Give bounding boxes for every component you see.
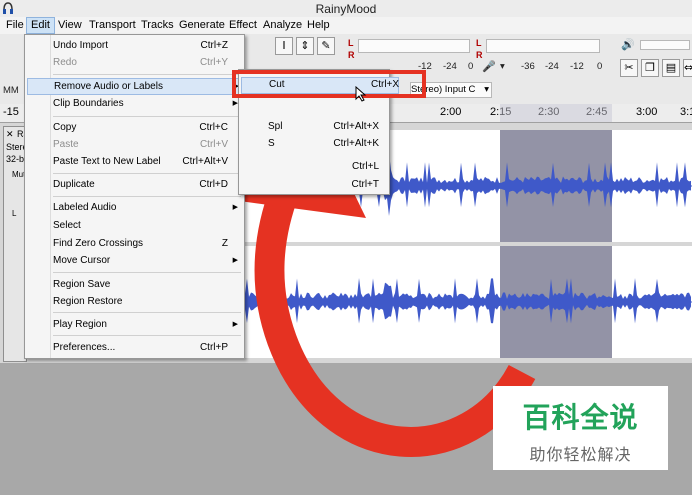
menu-item-shortcut: Ctrl+P [199,342,228,353]
menu-item-play-region[interactable]: Play Region ▶ [27,316,242,333]
menu-item-label: Play Region [53,319,107,330]
menu-item-duplicate[interactable]: Duplicate Ctrl+D [27,176,242,193]
menu-item-label: Select [53,220,81,231]
menu-item-shortcut: Ctrl+Y [199,57,228,68]
menu-item-region-restore[interactable]: Region Restore [27,293,242,310]
menu-item-labeled-audio[interactable]: Labeled Audio ▶ [27,199,242,216]
menu-item-remove-audio[interactable]: Remove Audio or Labels ▶ [27,78,244,95]
menu-item-label: Move Cursor [53,255,111,266]
submenu-arrow-icon: ▶ [232,204,238,211]
menu-item-label: Remove Audio or Labels [54,81,163,92]
menu-item-label: Region Save [53,279,111,290]
submenu-item-label: Spl [268,121,283,132]
submenu-arrow-icon: ▶ [232,257,238,264]
menu-separator [53,74,241,75]
menu-item-move-cursor[interactable]: Move Cursor ▶ [27,252,242,269]
menu-item-paste-text-new-label[interactable]: Paste Text to New Label Ctrl+Alt+V [27,153,242,170]
menu-item-label: Find Zero Crossings [53,238,144,249]
menu-item-shortcut: Z [221,238,228,249]
menu-item-label: Preferences... [53,342,116,353]
menu-separator [53,272,241,273]
watermark-badge: 百科全说 助你轻松解决 [493,386,668,470]
menu-separator [53,335,241,336]
menu-item-shortcut: Ctrl+D [199,179,228,190]
submenu-item-shortcut: Ctrl+T [351,179,380,190]
menu-item-label: Labeled Audio [53,202,117,213]
menu-item-shortcut: Ctrl+Z [200,40,229,51]
submenu-item-shortcut: Ctrl+Alt+X [333,121,379,132]
menu-item-label: Region Restore [53,296,123,307]
menu-item-preferences[interactable]: Preferences... Ctrl+P [27,339,242,356]
menu-item-region-save[interactable]: Region Save [27,276,242,293]
edit-menu-dropdown: Undo Import Ctrl+Z Redo Ctrl+Y Remove Audi… [24,34,245,359]
submenu-item-silence[interactable]: S Ctrl+Alt+K [239,135,389,152]
submenu-item-ctrl-t[interactable]: Ctrl+T [239,176,389,193]
menu-item-find-zero-crossings[interactable]: Find Zero Crossings Z [27,235,242,252]
watermark-subtitle: 助你轻松解决 [529,445,632,464]
submenu-item-shortcut: Ctrl+L [352,161,379,172]
menu-item-undo-import[interactable]: Undo Import Ctrl+Z [27,37,242,54]
menu-item-label: Duplicate [53,179,95,190]
menu-separator [53,173,241,174]
menu-item-redo[interactable]: Redo Ctrl+Y [27,54,242,71]
watermark-title: 百科全说 [522,401,639,434]
mouse-cursor-icon [355,86,367,102]
menu-separator [53,116,241,117]
submenu-item-ctrl-l[interactable]: Ctrl+L [239,158,389,175]
menu-item-label: Paste [53,139,79,150]
submenu-item-label: S [268,138,275,149]
menu-item-copy[interactable]: Copy Ctrl+C [27,119,242,136]
menu-separator [53,196,241,197]
menu-item-paste[interactable]: Paste Ctrl+V [27,136,242,153]
menu-item-label: Undo Import [53,40,109,51]
menu-item-label: Clip Boundaries [53,98,124,109]
cut-highlight-box [232,70,426,98]
menu-item-label: Copy [53,122,77,133]
menu-item-label: Paste Text to New Label [53,156,161,167]
submenu-item-split[interactable]: Spl Ctrl+Alt+X [239,118,389,135]
submenu-item-shortcut: Ctrl+Alt+K [333,138,379,149]
menu-item-shortcut: Ctrl+Alt+V [182,156,228,167]
menu-item-select[interactable]: Select [27,217,242,234]
menu-item-clip-boundaries[interactable]: Clip Boundaries ▶ [27,95,242,112]
menu-item-shortcut: Ctrl+C [199,122,228,133]
menu-item-shortcut: Ctrl+V [199,139,228,150]
menu-separator [53,312,241,313]
menu-item-label: Redo [53,57,77,68]
submenu-arrow-icon: ▶ [232,321,238,328]
